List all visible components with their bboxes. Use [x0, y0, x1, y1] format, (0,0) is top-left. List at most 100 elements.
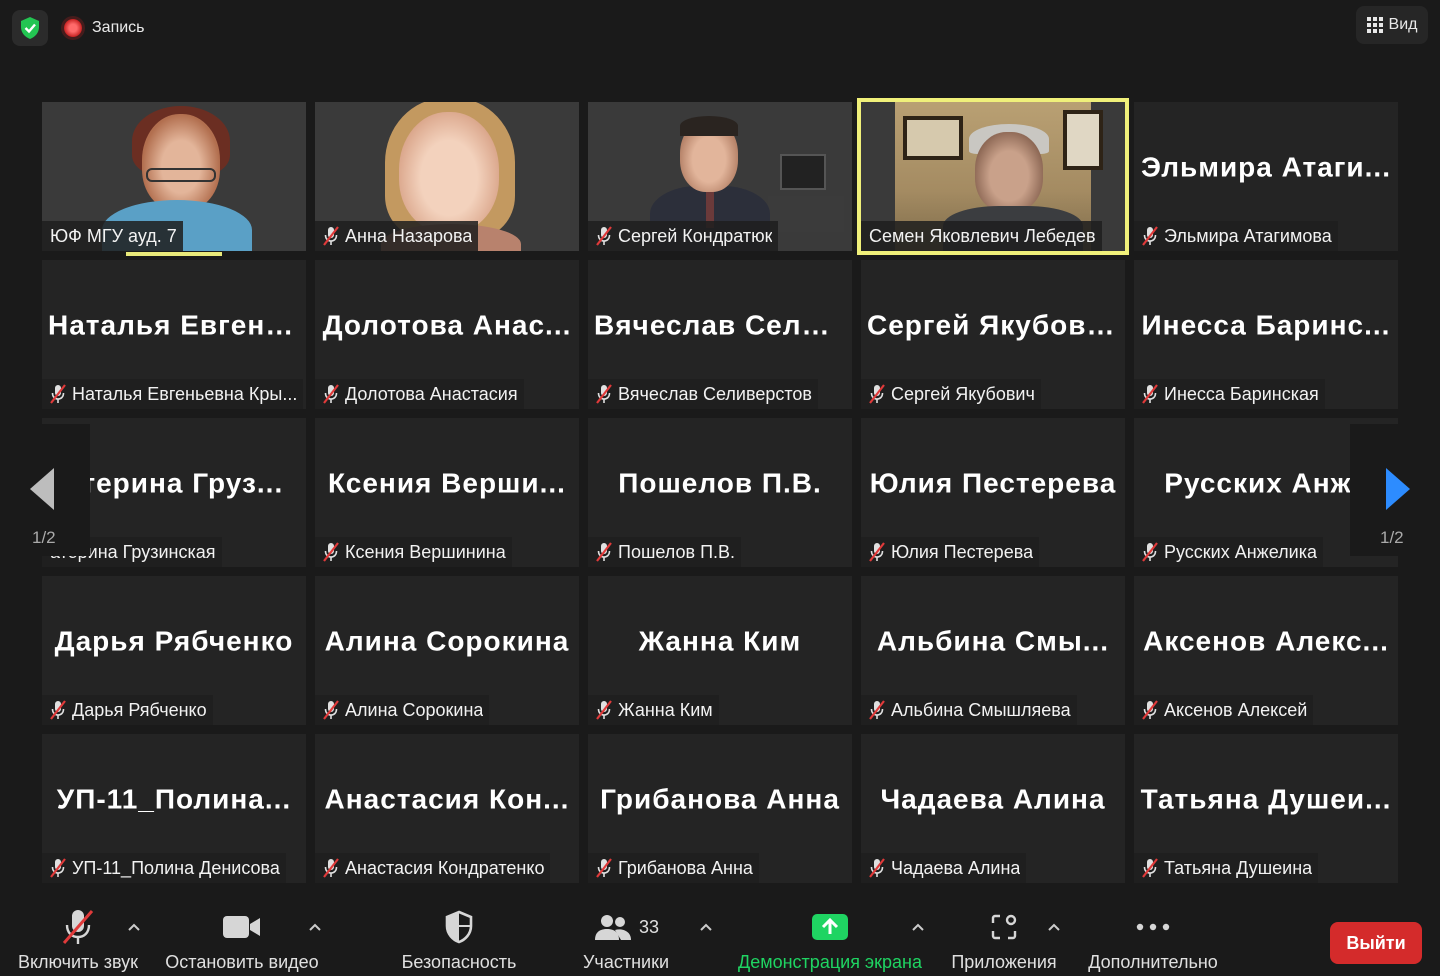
participant-tile[interactable]: Чадаева Алина Чадаева Алина	[861, 734, 1125, 883]
mic-muted-icon	[596, 226, 612, 246]
share-screen-button[interactable]: Демонстрация экрана	[732, 902, 928, 976]
participant-gallery: ЮФ МГУ ауд. 7 Анна Назарова Сергей Кондрат…	[42, 98, 1399, 883]
participant-name: УП-11_Полина Денисова	[72, 857, 280, 878]
participant-tile[interactable]: Ксения Верши... Ксения Вершинина	[315, 418, 579, 567]
participant-name-plate: Юлия Пестерева	[861, 537, 1040, 567]
participant-tile[interactable]: Сергей Кондратюк	[588, 102, 852, 251]
share-options-caret[interactable]	[910, 920, 926, 934]
participant-tile[interactable]: Вячеслав Сели... Вячеслав Селиверстов	[588, 260, 852, 409]
participant-tile[interactable]: Аксенов Алекс... Аксенов Алексей	[1134, 576, 1398, 725]
participant-tile[interactable]: Семен Яковлевич Лебедев	[857, 98, 1129, 255]
participants-count: 33	[638, 916, 660, 937]
participant-tile[interactable]: Пошелов П.В. Пошелов П.В.	[588, 418, 852, 567]
share-screen-label: Демонстрация экрана	[738, 952, 922, 972]
security-button[interactable]: Безопасность	[398, 902, 520, 976]
participant-name: Долотова Анастасия	[345, 383, 518, 404]
mic-muted-icon	[50, 384, 66, 404]
participant-tile[interactable]: Алина Сорокина Алина Сорокина	[315, 576, 579, 725]
participant-tile[interactable]: Анастасия Кон... Анастасия Кондратенко	[315, 734, 579, 883]
meeting-toolbar: Включить звук Остановить видео Безопасно…	[0, 902, 1440, 976]
participant-display-name: Анастасия Кон...	[324, 782, 570, 814]
participant-display-name: Юлия Пестерева	[869, 466, 1117, 498]
mic-muted-icon	[323, 226, 339, 246]
participant-name-plate: Инесса Баринская	[1134, 379, 1325, 409]
participant-tile[interactable]: Инесса Баринс... Инесса Баринская	[1134, 260, 1398, 409]
participant-display-name: Жанна Ким	[638, 624, 802, 656]
security-shield-icon[interactable]	[12, 10, 48, 46]
mic-muted-icon	[869, 384, 885, 404]
apps-button[interactable]: Приложения	[944, 902, 1064, 976]
participant-display-name: Вячеслав Сели...	[594, 308, 847, 340]
participant-name-plate: Пошелов П.В.	[588, 537, 742, 567]
participants-label: Участники	[583, 952, 669, 972]
arrow-left-icon	[30, 468, 54, 510]
participant-name: Аксенов Алексей	[1164, 699, 1308, 720]
more-label: Дополнительно	[1088, 952, 1218, 972]
participant-display-name: Долотова Анас...	[322, 308, 572, 340]
view-button[interactable]: Вид	[1356, 6, 1428, 44]
participant-tile[interactable]: Анна Назарова	[315, 102, 579, 251]
participant-name-plate: Вячеслав Селиверстов	[588, 379, 818, 409]
participant-name: Ксения Вершинина	[345, 541, 506, 562]
participant-display-name: Инесса Баринс...	[1141, 308, 1391, 340]
participant-name-plate: Дарья Рябченко	[42, 695, 213, 725]
shield-icon	[445, 910, 473, 944]
participants-options-caret[interactable]	[698, 920, 714, 934]
participants-button[interactable]: 33 Участники	[578, 902, 674, 976]
participant-display-name: Грибанова Анна	[600, 782, 840, 814]
participant-name-plate: Анна Назарова	[315, 221, 479, 251]
mic-muted-icon	[323, 700, 339, 720]
participant-tile[interactable]: Жанна Ким Жанна Ким	[588, 576, 852, 725]
participant-tile[interactable]: Юлия Пестерева Юлия Пестерева	[861, 418, 1125, 567]
participant-display-name: Чадаева Алина	[880, 782, 1106, 814]
unmute-button[interactable]: Включить звук	[14, 902, 142, 976]
participant-tile[interactable]: Наталья Евгень... Наталья Евгеньевна Кры.…	[42, 260, 306, 409]
page-indicator-left: 1/2	[32, 528, 56, 547]
previous-page-button[interactable]: 1/2	[22, 424, 90, 556]
participant-display-name: Аксенов Алекс...	[1143, 624, 1389, 656]
mic-muted-icon	[1142, 858, 1158, 878]
participant-name: Дарья Рябченко	[72, 699, 207, 720]
participant-tile[interactable]: Альбина Смы... Альбина Смышляева	[861, 576, 1125, 725]
mic-muted-icon	[869, 700, 885, 720]
mic-muted-icon	[596, 700, 612, 720]
participant-display-name: Наталья Евгень...	[48, 308, 306, 340]
page-indicator-right: 1/2	[1380, 528, 1404, 547]
participant-name-plate: Сергей Якубович	[861, 379, 1041, 409]
participant-tile[interactable]: Эльмира Атаги... Эльмира Атагимова	[1134, 102, 1398, 251]
participant-name: Татьяна Душеина	[1164, 857, 1313, 878]
participant-name: Грибанова Анна	[618, 857, 753, 878]
participant-name-plate: Ксения Вершинина	[315, 537, 512, 567]
participant-name: Наталья Евгеньевна Кры...	[72, 383, 298, 404]
apps-label: Приложения	[951, 952, 1057, 972]
more-button[interactable]: Дополнительно	[1080, 902, 1226, 976]
participant-tile[interactable]: Долотова Анас... Долотова Анастасия	[315, 260, 579, 409]
stop-video-button[interactable]: Остановить видео	[160, 902, 324, 976]
mic-muted-icon	[1142, 700, 1158, 720]
audio-options-caret[interactable]	[126, 920, 142, 934]
participant-tile[interactable]: Татьяна Душеи... Татьяна Душеина	[1134, 734, 1398, 883]
recording-indicator[interactable]: Запись	[64, 14, 145, 42]
participant-name: Анна Назарова	[345, 225, 473, 246]
apps-icon	[991, 914, 1017, 940]
participant-tile[interactable]: Дарья Рябченко Дарья Рябченко	[42, 576, 306, 725]
next-page-button[interactable]: 1/2	[1350, 424, 1418, 556]
participant-tile[interactable]: Грибанова Анна Грибанова Анна	[588, 734, 852, 883]
mic-muted-icon	[1142, 226, 1158, 246]
leave-meeting-button[interactable]: Выйти	[1330, 922, 1422, 964]
apps-options-caret[interactable]	[1046, 920, 1062, 934]
participant-display-name: Сергей Якубович	[867, 308, 1122, 340]
participant-name-plate: Сергей Кондратюк	[588, 221, 779, 251]
participant-tile[interactable]: Сергей Якубович Сергей Якубович	[861, 260, 1125, 409]
arrow-right-icon	[1386, 468, 1410, 510]
participant-name: Анастасия Кондратенко	[345, 857, 545, 878]
grid-view-icon	[1366, 17, 1383, 33]
mic-muted-icon	[1142, 542, 1158, 562]
video-options-caret[interactable]	[307, 920, 323, 934]
participant-display-name: Альбина Смы...	[876, 624, 1110, 656]
participant-tile[interactable]: УП-11_Полина... УП-11_Полина Денисова	[42, 734, 306, 883]
microphone-muted-icon	[62, 910, 94, 944]
participant-tile[interactable]: ЮФ МГУ ауд. 7	[42, 102, 306, 251]
mic-muted-icon	[869, 858, 885, 878]
participant-name: Семен Яковлевич Лебедев	[869, 225, 1096, 246]
